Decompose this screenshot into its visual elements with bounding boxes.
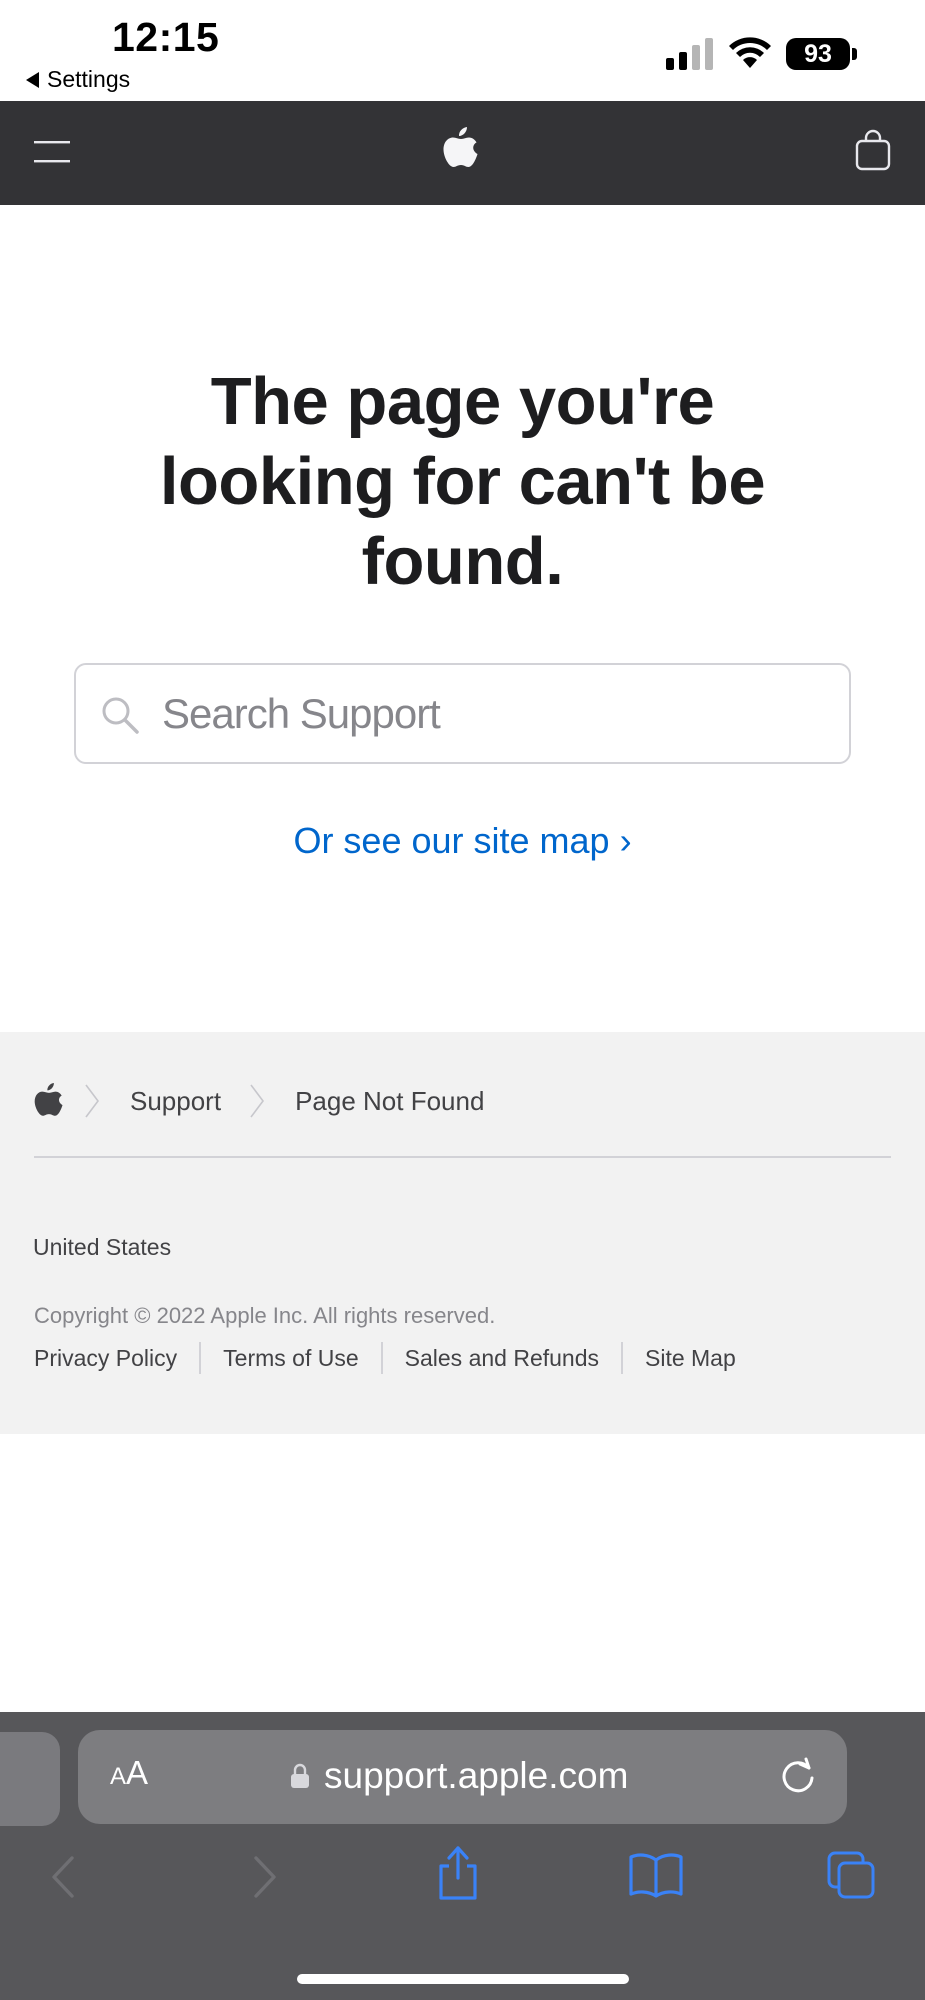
apple-logo-icon[interactable] [443,127,479,171]
search-input[interactable] [162,679,822,749]
cellular-signal-icon [666,38,713,70]
legal-links: Privacy Policy Terms of Use Sales and Re… [34,1342,736,1374]
breadcrumb-support[interactable]: Support [130,1086,221,1117]
breadcrumb: Support Page Not Found [34,1076,891,1126]
tabs-icon[interactable] [826,1850,876,1900]
lock-icon [291,1763,309,1788]
back-triangle-icon [26,71,39,88]
back-arrow-icon[interactable] [48,1852,78,1902]
site-map-footer-link[interactable]: Site Map [645,1345,736,1372]
back-to-settings-button[interactable]: Settings [26,66,130,93]
privacy-policy-link[interactable]: Privacy Policy [34,1345,177,1372]
site-map-link[interactable]: Or see our site map › [0,820,925,862]
url-display[interactable]: support.apple.com [290,1750,628,1802]
menu-icon[interactable] [34,139,70,165]
sales-and-refunds-link[interactable]: Sales and Refunds [405,1345,599,1372]
breadcrumb-chevron-icon [85,1084,99,1118]
battery-tip [852,48,857,60]
battery-level: 93 [786,38,850,70]
wifi-icon [729,37,771,68]
text-size-large-a: A [126,1754,149,1791]
status-time: 12:15 [112,14,220,60]
link-separator [199,1342,202,1374]
address-bar[interactable]: AA support.apple.com [78,1730,847,1824]
status-bar: 12:15 Settings 93 [0,0,925,101]
safari-toolbar: AA support.apple.com [0,1712,925,2000]
footer-divider [34,1156,891,1158]
global-nav [0,101,925,205]
footer: Support Page Not Found United States Cop… [0,1032,925,1434]
text-size-button[interactable]: AA [110,1754,148,1792]
shopping-bag-icon[interactable] [855,129,891,171]
link-separator [380,1342,383,1374]
home-indicator [297,1974,629,1984]
text-size-small-a: A [110,1763,127,1790]
share-icon[interactable] [435,1844,481,1902]
search-icon [102,697,139,734]
breadcrumb-current-page: Page Not Found [295,1085,485,1116]
bookmarks-icon[interactable] [628,1852,684,1898]
search-support-box[interactable] [74,663,851,764]
copyright-text: Copyright © 2022 Apple Inc. All rights r… [34,1303,496,1328]
previous-tab-preview[interactable] [0,1732,60,1826]
country-selector[interactable]: United States [33,1234,171,1261]
terms-of-use-link[interactable]: Terms of Use [223,1345,358,1372]
battery-indicator: 93 [786,38,857,70]
reload-icon[interactable] [778,1756,818,1796]
breadcrumb-apple-icon[interactable] [34,1083,64,1119]
breadcrumb-chevron-icon [250,1084,265,1118]
link-separator [621,1342,623,1374]
forward-arrow-icon[interactable] [250,1852,280,1902]
page-title: The page you're looking for can't be fou… [159,364,766,599]
url-text: support.apple.com [324,1755,629,1796]
back-label: Settings [47,66,131,92]
